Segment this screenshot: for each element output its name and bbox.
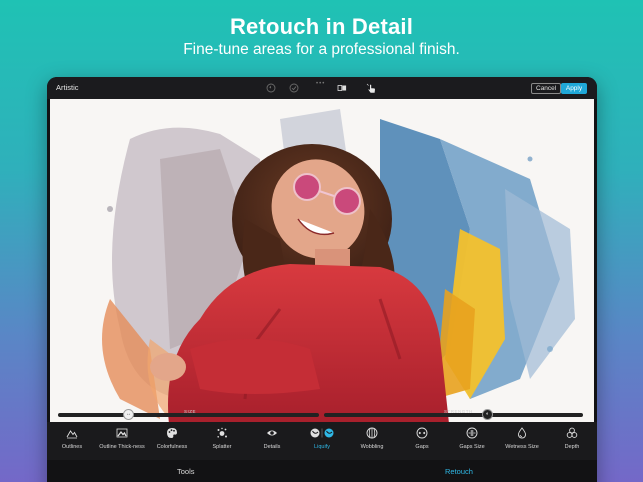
tab-retouch[interactable]: Retouch	[445, 467, 473, 476]
undo-icon[interactable]	[266, 83, 276, 93]
tool-label: Gaps	[415, 444, 429, 450]
top-bar: Artistic ••• Cancel Apply	[47, 77, 597, 99]
tool-label: Colorfulness	[156, 444, 188, 450]
tool-gaps[interactable]: Gaps	[397, 422, 447, 460]
tab-tools[interactable]: Tools	[177, 467, 195, 476]
size-slider-label: SIZE	[184, 409, 197, 414]
photo-canvas[interactable]	[50, 99, 594, 433]
tool-label: Details	[263, 444, 281, 450]
tool-splatter[interactable]: Splatter	[197, 422, 247, 460]
tool-label: Wetness Size	[505, 444, 539, 450]
tool-liquify[interactable]: Liquify	[297, 422, 347, 460]
tool-label: Gaps Size	[459, 444, 485, 450]
tool-outline-thickness[interactable]: Outline Thick-ness	[97, 422, 147, 460]
window-grip: •••	[316, 81, 326, 87]
mountain-thick-icon	[116, 428, 128, 438]
strength-slider-knob[interactable]: ◐	[482, 409, 493, 420]
eye-icon	[267, 430, 277, 436]
wobble-icon	[366, 427, 378, 439]
tool-depth[interactable]: Depth	[547, 422, 597, 460]
tool-label: Wobbling	[360, 444, 384, 450]
app-title: Artistic	[56, 83, 79, 92]
gaps-icon	[416, 427, 428, 439]
compare-icon[interactable]	[337, 83, 347, 93]
droplet-icon	[517, 427, 527, 439]
tool-label: Outline Thick-ness	[99, 444, 145, 450]
tool-label: Outlines	[61, 444, 83, 450]
bottom-tabs: Tools Retouch	[47, 460, 597, 482]
subheadline: Fine-tune areas for a professional finis…	[183, 41, 460, 58]
strength-slider-label: STRENGTH	[444, 409, 473, 414]
tool-label: Liquify	[314, 444, 330, 450]
liquify-icon	[310, 428, 334, 438]
tool-wetness-size[interactable]: Wetness Size	[497, 422, 547, 460]
mountain-outline-icon	[66, 430, 78, 439]
brush-sliders: SIZE ↔ STRENGTH ◐	[47, 408, 597, 422]
cancel-button[interactable]: Cancel	[531, 83, 562, 94]
gaps-size-icon	[466, 427, 478, 439]
redo-icon[interactable]	[289, 83, 299, 93]
tool-gaps-size[interactable]: Gaps Size	[447, 422, 497, 460]
tool-label: Depth	[564, 444, 580, 450]
tool-details[interactable]: Details	[247, 422, 297, 460]
apply-button[interactable]: Apply	[561, 83, 587, 94]
artwork-image	[50, 99, 594, 433]
touch-brush-icon[interactable]	[366, 83, 377, 94]
headline: Retouch in Detail	[229, 14, 414, 39]
splatter-icon	[217, 427, 227, 438]
tool-label: Splatter	[212, 444, 232, 450]
tool-wobbling[interactable]: Wobbling	[347, 422, 397, 460]
tool-outlines[interactable]: Outlines	[47, 422, 97, 460]
palette-icon	[167, 428, 177, 438]
depth-icon	[566, 427, 578, 438]
size-slider-knob[interactable]: ↔	[123, 409, 134, 420]
tool-colorfulness[interactable]: Colorfulness	[147, 422, 197, 460]
app-window: Artistic ••• Cancel Apply SIZE ↔ STRENGT…	[47, 77, 597, 482]
tools-toolbar: Outlines Outline Thick-ness Colorfulness…	[47, 422, 597, 460]
